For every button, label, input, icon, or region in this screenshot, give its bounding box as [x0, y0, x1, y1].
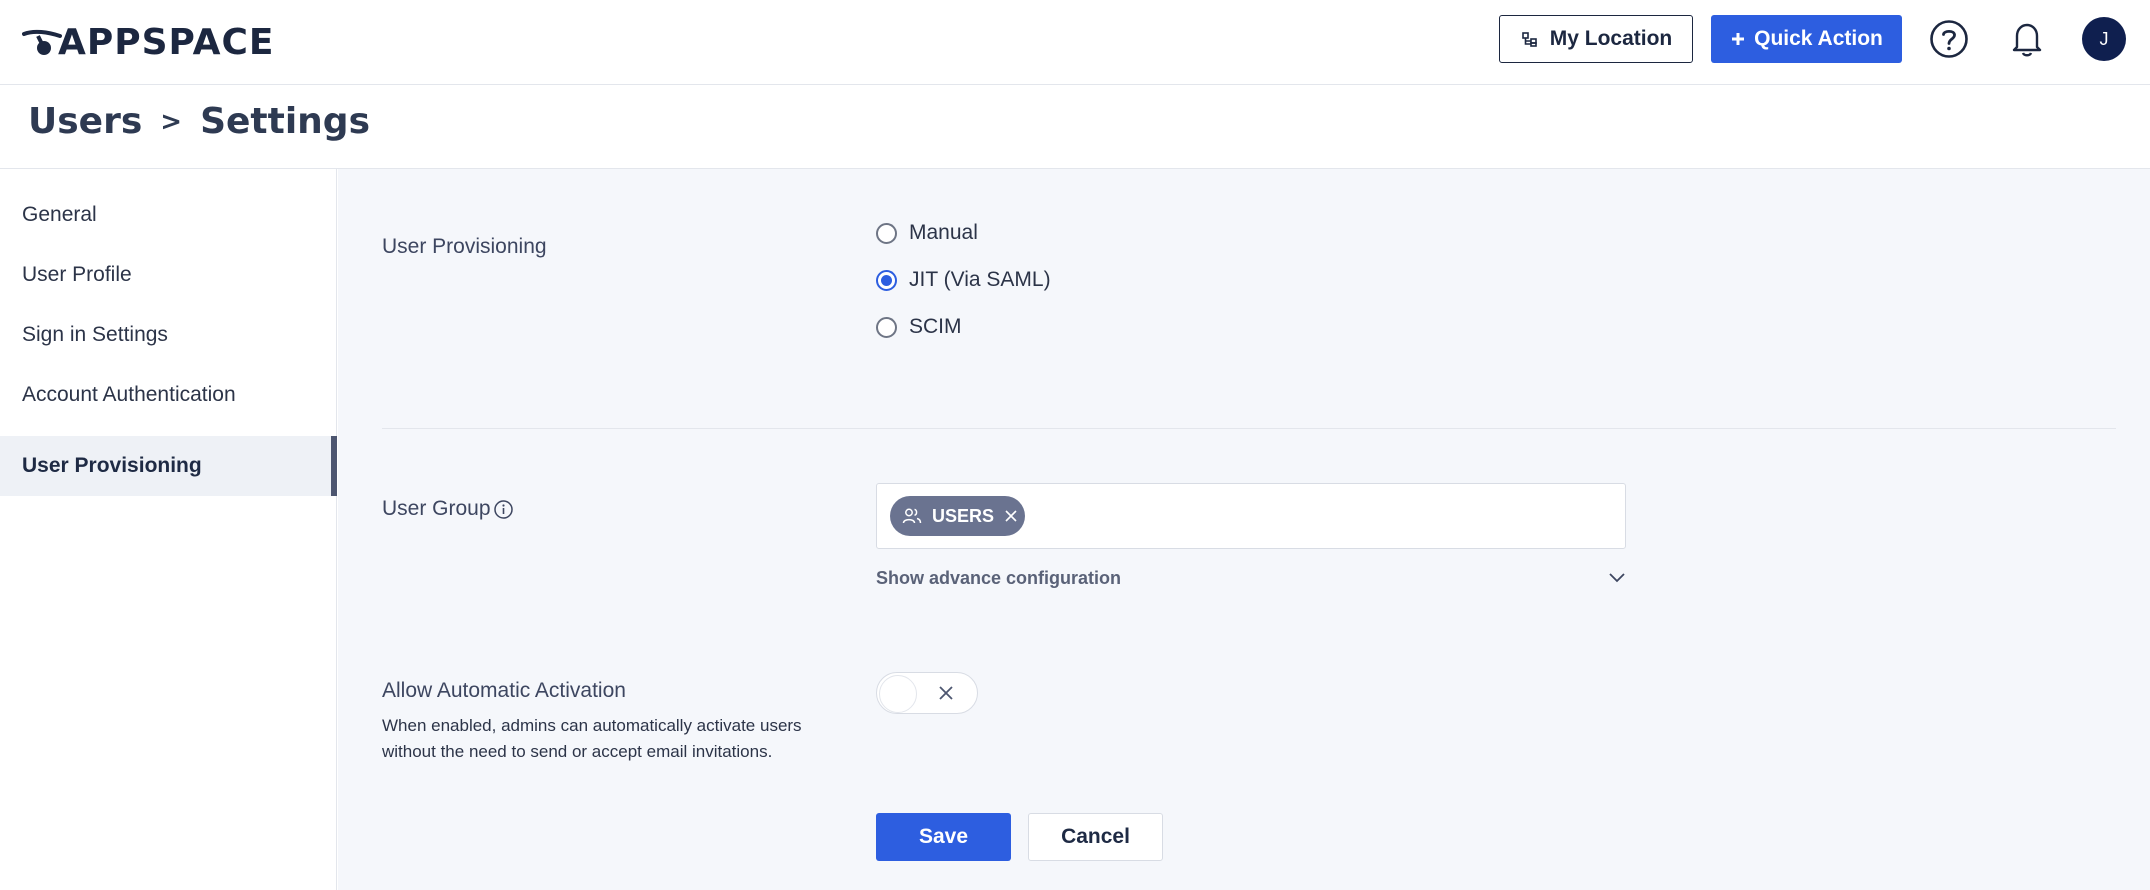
breadcrumb-bar: Users > Settings: [0, 85, 2150, 169]
user-avatar[interactable]: J: [2082, 17, 2126, 61]
help-button[interactable]: [1928, 18, 1970, 60]
radio-scim-control[interactable]: [876, 316, 897, 338]
top-header: APPSPACE My Location Quick Action J: [0, 0, 2150, 85]
logo-mark-icon: [22, 29, 62, 55]
auto-activation-description: When enabled, admins can automatically a…: [382, 716, 802, 761]
settings-content: User Provisioning Manual JIT (Via SAML) …: [338, 169, 2150, 890]
sidebar-item-general[interactable]: General: [0, 185, 337, 245]
auto-activation-toggle[interactable]: [876, 672, 978, 714]
cancel-button[interactable]: Cancel: [1028, 813, 1163, 861]
plus-icon: [1732, 33, 1745, 45]
show-advanced-configuration[interactable]: Show advance configuration: [876, 563, 1626, 593]
info-icon[interactable]: [493, 499, 514, 520]
help-icon: [1930, 20, 1968, 58]
breadcrumb: Users > Settings: [28, 101, 370, 142]
user-group-label: User Group: [382, 497, 491, 520]
my-location-button[interactable]: My Location: [1499, 15, 1693, 63]
section-divider: [382, 428, 2116, 429]
user-group-chip: USERS: [890, 496, 1025, 536]
radio-jit-saml[interactable]: JIT (Via SAML): [876, 268, 1051, 292]
sidebar-item-sign-in-settings[interactable]: Sign in Settings: [0, 305, 337, 365]
notifications-button[interactable]: [2006, 18, 2048, 60]
quick-action-button[interactable]: Quick Action: [1711, 15, 1902, 63]
radio-jit-saml-control[interactable]: [876, 269, 897, 291]
quick-action-label: Quick Action: [1754, 27, 1883, 50]
sidebar-item-user-profile[interactable]: User Profile: [0, 245, 337, 305]
radio-manual-label: Manual: [909, 221, 978, 244]
users-icon: [902, 508, 922, 524]
settings-sidebar: General User Profile Sign in Settings Ac…: [0, 169, 337, 890]
show-advanced-label: Show advance configuration: [876, 567, 1122, 588]
auto-activation-label: Allow Automatic Activation: [382, 679, 626, 702]
close-icon: [1005, 510, 1017, 522]
logo-text: APPSPACE: [58, 21, 275, 63]
radio-manual-control[interactable]: [876, 222, 897, 244]
radio-scim-label: SCIM: [909, 315, 962, 338]
appspace-logo[interactable]: APPSPACE: [22, 21, 275, 63]
sidebar-item-account-authentication[interactable]: Account Authentication: [0, 365, 337, 425]
toggle-off-icon: [937, 684, 955, 707]
breadcrumb-users[interactable]: Users: [28, 101, 142, 142]
sidebar-item-user-provisioning[interactable]: User Provisioning: [0, 436, 337, 496]
remove-chip-button[interactable]: [1004, 509, 1018, 523]
radio-jit-saml-label: JIT (Via SAML): [909, 268, 1051, 291]
chevron-down-icon: [1609, 573, 1625, 583]
user-group-label-row: User Group: [382, 497, 514, 521]
my-location-label: My Location: [1549, 27, 1673, 50]
user-group-chip-label: USERS: [932, 505, 995, 526]
radio-scim[interactable]: SCIM: [876, 315, 962, 339]
building-icon: [1521, 32, 1537, 47]
toggle-knob: [879, 675, 917, 713]
save-button[interactable]: Save: [876, 813, 1011, 861]
page-title: Settings: [200, 101, 370, 142]
user-group-input[interactable]: USERS: [876, 483, 1626, 549]
bell-icon: [2012, 23, 2042, 57]
breadcrumb-separator: >: [160, 106, 183, 137]
radio-manual[interactable]: Manual: [876, 221, 978, 245]
user-provisioning-label: User Provisioning: [382, 235, 547, 258]
